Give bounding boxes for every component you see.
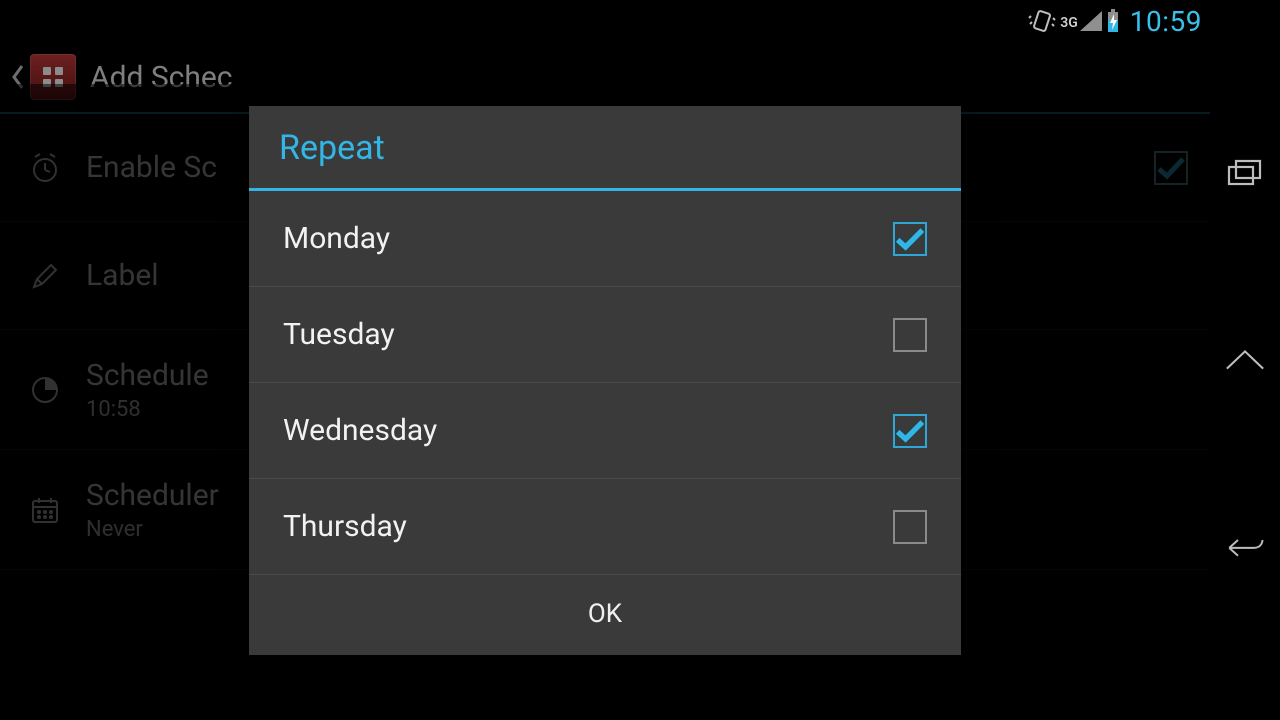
checkbox-wednesday[interactable] bbox=[893, 414, 927, 448]
repeat-dialog: Repeat Monday Tuesday Wednesday bbox=[249, 106, 961, 655]
checkbox-thursday[interactable] bbox=[893, 510, 927, 544]
back-button[interactable] bbox=[1224, 531, 1266, 563]
checkbox-monday[interactable] bbox=[893, 222, 927, 256]
system-nav-bar bbox=[1210, 0, 1280, 720]
option-wednesday[interactable]: Wednesday bbox=[249, 383, 961, 479]
battery-charging-icon bbox=[1106, 9, 1120, 33]
status-clock: 10:59 bbox=[1130, 5, 1202, 38]
dialog-overlay: Repeat Monday Tuesday Wednesday bbox=[0, 84, 1210, 720]
ok-button[interactable]: OK bbox=[249, 575, 961, 655]
status-bar: 3G 10:59 bbox=[0, 0, 1210, 42]
network-3g-icon: 3G bbox=[1060, 11, 1102, 31]
dialog-title: Repeat bbox=[249, 106, 961, 188]
network-label: 3G bbox=[1060, 15, 1078, 31]
option-label: Monday bbox=[283, 221, 390, 256]
option-label: Tuesday bbox=[283, 317, 395, 352]
checkbox-tuesday[interactable] bbox=[893, 318, 927, 352]
vibrate-icon bbox=[1028, 8, 1056, 34]
recent-apps-button[interactable] bbox=[1224, 157, 1266, 189]
home-button[interactable] bbox=[1224, 344, 1266, 376]
option-thursday[interactable]: Thursday bbox=[249, 479, 961, 575]
option-monday[interactable]: Monday bbox=[249, 191, 961, 287]
option-label: Thursday bbox=[283, 509, 407, 544]
option-label: Wednesday bbox=[283, 413, 437, 448]
option-tuesday[interactable]: Tuesday bbox=[249, 287, 961, 383]
